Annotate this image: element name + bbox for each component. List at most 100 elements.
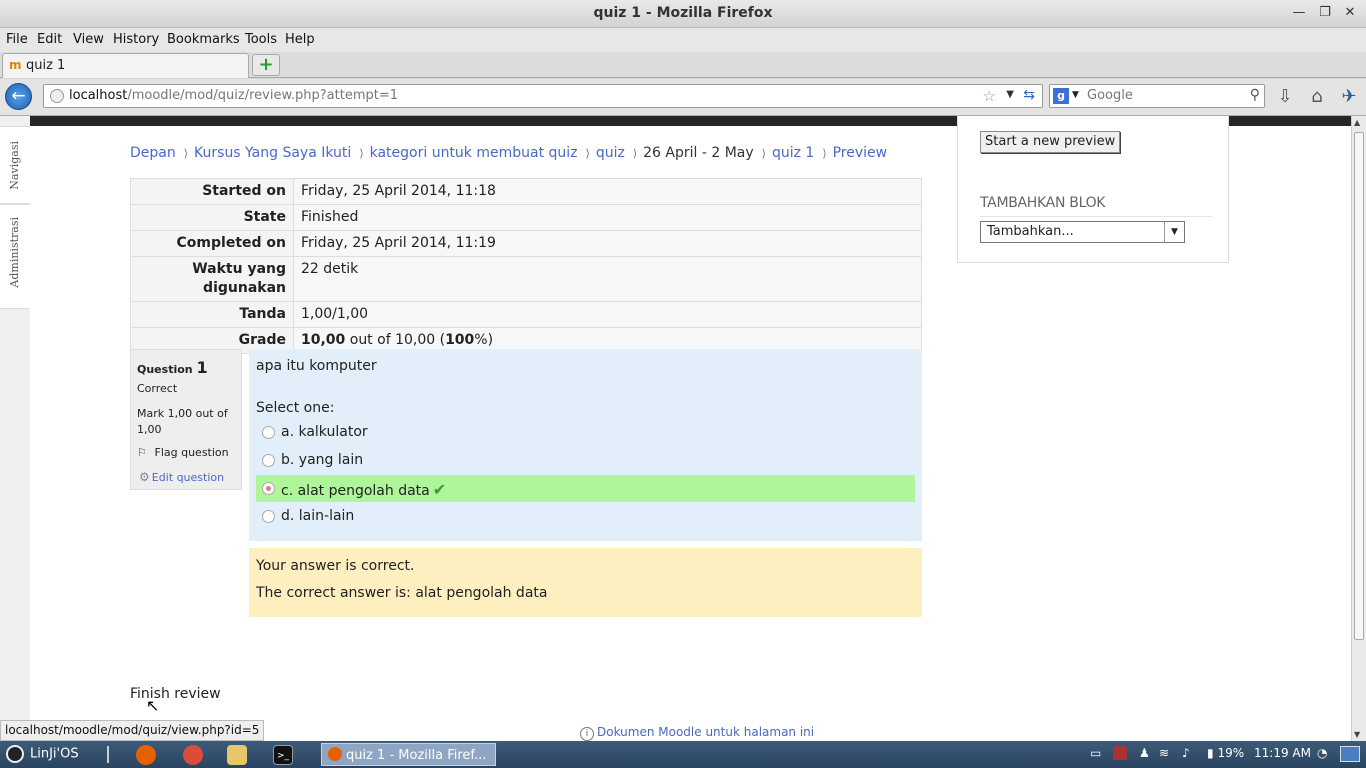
- breadcrumb-kategori[interactable]: kategori untuk membuat quiz: [370, 145, 578, 161]
- battery-status[interactable]: ▮ 19%: [1207, 746, 1244, 760]
- user-icon[interactable]: ♟: [1139, 746, 1150, 760]
- menu-tools[interactable]: Tools: [245, 32, 277, 47]
- search-icon[interactable]: ⚲: [1250, 87, 1260, 103]
- tab-label: quiz 1: [26, 58, 66, 73]
- summary-label: Tanda: [130, 301, 294, 328]
- url-host: localhost: [69, 88, 128, 103]
- add-block-select[interactable]: Tambahkan... ▼: [980, 221, 1185, 243]
- scroll-up-icon[interactable]: ▲: [1354, 118, 1360, 127]
- breadcrumb-preview[interactable]: Preview: [833, 145, 888, 161]
- battery-percent: 19%: [1217, 746, 1245, 760]
- wifi-icon[interactable]: ≋: [1159, 746, 1169, 760]
- dock-tab-administrasi[interactable]: Administrasi: [0, 204, 30, 309]
- url-bar[interactable]: localhost/moodle/mod/quiz/review.php?att…: [43, 84, 1043, 108]
- workspace-icon[interactable]: [1340, 746, 1360, 762]
- reload-icon[interactable]: ⇆: [1023, 87, 1035, 103]
- dock-tab-navigasi[interactable]: Navigasi: [0, 126, 30, 204]
- clock[interactable]: 11:19 AM: [1254, 746, 1311, 760]
- moodle-favicon-icon: m: [9, 58, 22, 72]
- answer-text: c. alat pengolah data: [281, 483, 430, 499]
- mouse-cursor-icon: ↖: [146, 696, 160, 715]
- answer-radio[interactable]: [262, 454, 275, 467]
- answer-option-d[interactable]: d. lain-lain: [256, 503, 915, 530]
- taskbar-task-firefox[interactable]: quiz 1 - Mozilla Firef...: [321, 743, 496, 766]
- downloads-icon[interactable]: ⇩: [1273, 85, 1297, 109]
- flag-question-label: Flag question: [154, 446, 229, 459]
- engine-dropdown-icon[interactable]: ▼: [1072, 90, 1079, 100]
- table-row: Tanda 1,00/1,00: [130, 301, 922, 328]
- site-identity-icon[interactable]: [50, 89, 64, 103]
- menu-help[interactable]: Help: [285, 32, 315, 47]
- flag-icon: ⚐: [137, 446, 147, 459]
- minimize-icon[interactable]: —: [1289, 3, 1309, 23]
- battery-icon: ▮: [1207, 746, 1214, 760]
- answer-radio-selected[interactable]: [262, 482, 275, 495]
- menu-bookmarks[interactable]: Bookmarks: [167, 32, 240, 47]
- breadcrumb-quiz-1[interactable]: quiz 1: [772, 145, 814, 161]
- summary-value: 22 detik: [293, 256, 922, 302]
- tray-app-icon[interactable]: [1113, 746, 1127, 760]
- menu-view[interactable]: View: [73, 32, 104, 47]
- attempt-summary-table: Started on Friday, 25 April 2014, 11:18 …: [130, 178, 922, 354]
- edit-question-label: Edit question: [151, 471, 225, 484]
- history-dropdown-icon[interactable]: ▼: [1006, 89, 1014, 100]
- google-engine-icon[interactable]: g: [1053, 88, 1069, 104]
- search-bar[interactable]: g ▼ Google ⚲: [1049, 84, 1265, 108]
- start-menu-button[interactable]: LinJi'OS: [6, 745, 79, 763]
- answer-radio[interactable]: [262, 510, 275, 523]
- question-number-value: 1: [196, 358, 208, 377]
- page-scrollbar[interactable]: ▲ ▼: [1351, 116, 1366, 741]
- summary-label: Started on: [130, 178, 294, 205]
- close-icon[interactable]: ✕: [1340, 3, 1360, 23]
- back-button[interactable]: ←: [5, 83, 32, 110]
- answer-option-b[interactable]: b. yang lain: [256, 447, 915, 474]
- chrome-launcher-icon[interactable]: [183, 745, 203, 765]
- edit-question-link[interactable]: ⚙ Edit question: [139, 470, 224, 484]
- menu-edit[interactable]: Edit: [37, 32, 62, 47]
- tab-bar: m quiz 1 +: [0, 52, 1366, 78]
- extension-icon[interactable]: ✈: [1337, 85, 1361, 109]
- breadcrumb-separator: ⟩: [585, 147, 590, 160]
- status-bar-url: localhost/moodle/mod/quiz/view.php?id=5: [0, 720, 265, 741]
- breadcrumb-separator: ⟩: [761, 147, 766, 160]
- terminal-icon[interactable]: >_: [273, 745, 293, 765]
- tab-quiz-1[interactable]: m quiz 1: [2, 53, 249, 78]
- dock-label-administrasi: Administrasi: [8, 217, 21, 288]
- firefox-icon: [328, 747, 342, 761]
- right-block-region: Start a new preview TAMBAHKAN BLOK Tamba…: [957, 116, 1229, 263]
- scroll-down-icon[interactable]: ▼: [1354, 730, 1360, 739]
- finish-review-link[interactable]: Finish review: [130, 686, 221, 702]
- scrollbar-thumb[interactable]: [1354, 132, 1364, 640]
- firefox-launcher-icon[interactable]: [136, 745, 156, 765]
- update-icon[interactable]: ◔: [1317, 746, 1327, 760]
- home-icon[interactable]: ⌂: [1305, 85, 1329, 109]
- breadcrumb: Depan ⟩ Kursus Yang Saya Ikuti ⟩ kategori un…: [130, 145, 887, 161]
- url-text[interactable]: localhost/moodle/mod/quiz/review.php?att…: [69, 88, 398, 103]
- gear-icon: ⚙: [139, 470, 150, 484]
- menu-history[interactable]: History: [113, 32, 159, 47]
- start-new-preview-button[interactable]: Start a new preview: [980, 131, 1121, 153]
- chevron-down-icon[interactable]: ▼: [1164, 222, 1184, 242]
- question-number: Question 1: [137, 358, 208, 377]
- grade-score: 10,00: [301, 332, 346, 348]
- show-desktop-icon[interactable]: ▭: [1090, 746, 1101, 760]
- breadcrumb-depan[interactable]: Depan: [130, 145, 176, 161]
- breadcrumb-kursus[interactable]: Kursus Yang Saya Ikuti: [194, 145, 351, 161]
- summary-label: Waktu yang digunakan: [130, 256, 294, 302]
- breadcrumb-quiz[interactable]: quiz: [596, 145, 625, 161]
- answer-option-c[interactable]: c. alat pengolah data ✔: [256, 475, 915, 502]
- volume-icon[interactable]: ♪: [1182, 746, 1190, 760]
- moodle-docs-link[interactable]: i Dokumen Moodle untuk halaman ini: [580, 725, 814, 741]
- window-titlebar: quiz 1 - Mozilla Firefox — ❐ ✕: [0, 0, 1366, 28]
- correct-check-icon: ✔: [432, 480, 447, 499]
- answer-radio[interactable]: [262, 426, 275, 439]
- add-block-select-value: Tambahkan...: [987, 224, 1074, 239]
- bookmark-star-icon[interactable]: ☆: [983, 87, 996, 105]
- flag-question-button[interactable]: ⚐ Flag question: [137, 446, 229, 459]
- maximize-icon[interactable]: ❐: [1315, 3, 1335, 23]
- answer-text: d. lain-lain: [281, 508, 355, 524]
- new-tab-button[interactable]: +: [252, 54, 280, 76]
- answer-option-a[interactable]: a. kalkulator: [256, 419, 915, 446]
- menu-file[interactable]: File: [6, 32, 28, 47]
- file-manager-icon[interactable]: [227, 745, 247, 765]
